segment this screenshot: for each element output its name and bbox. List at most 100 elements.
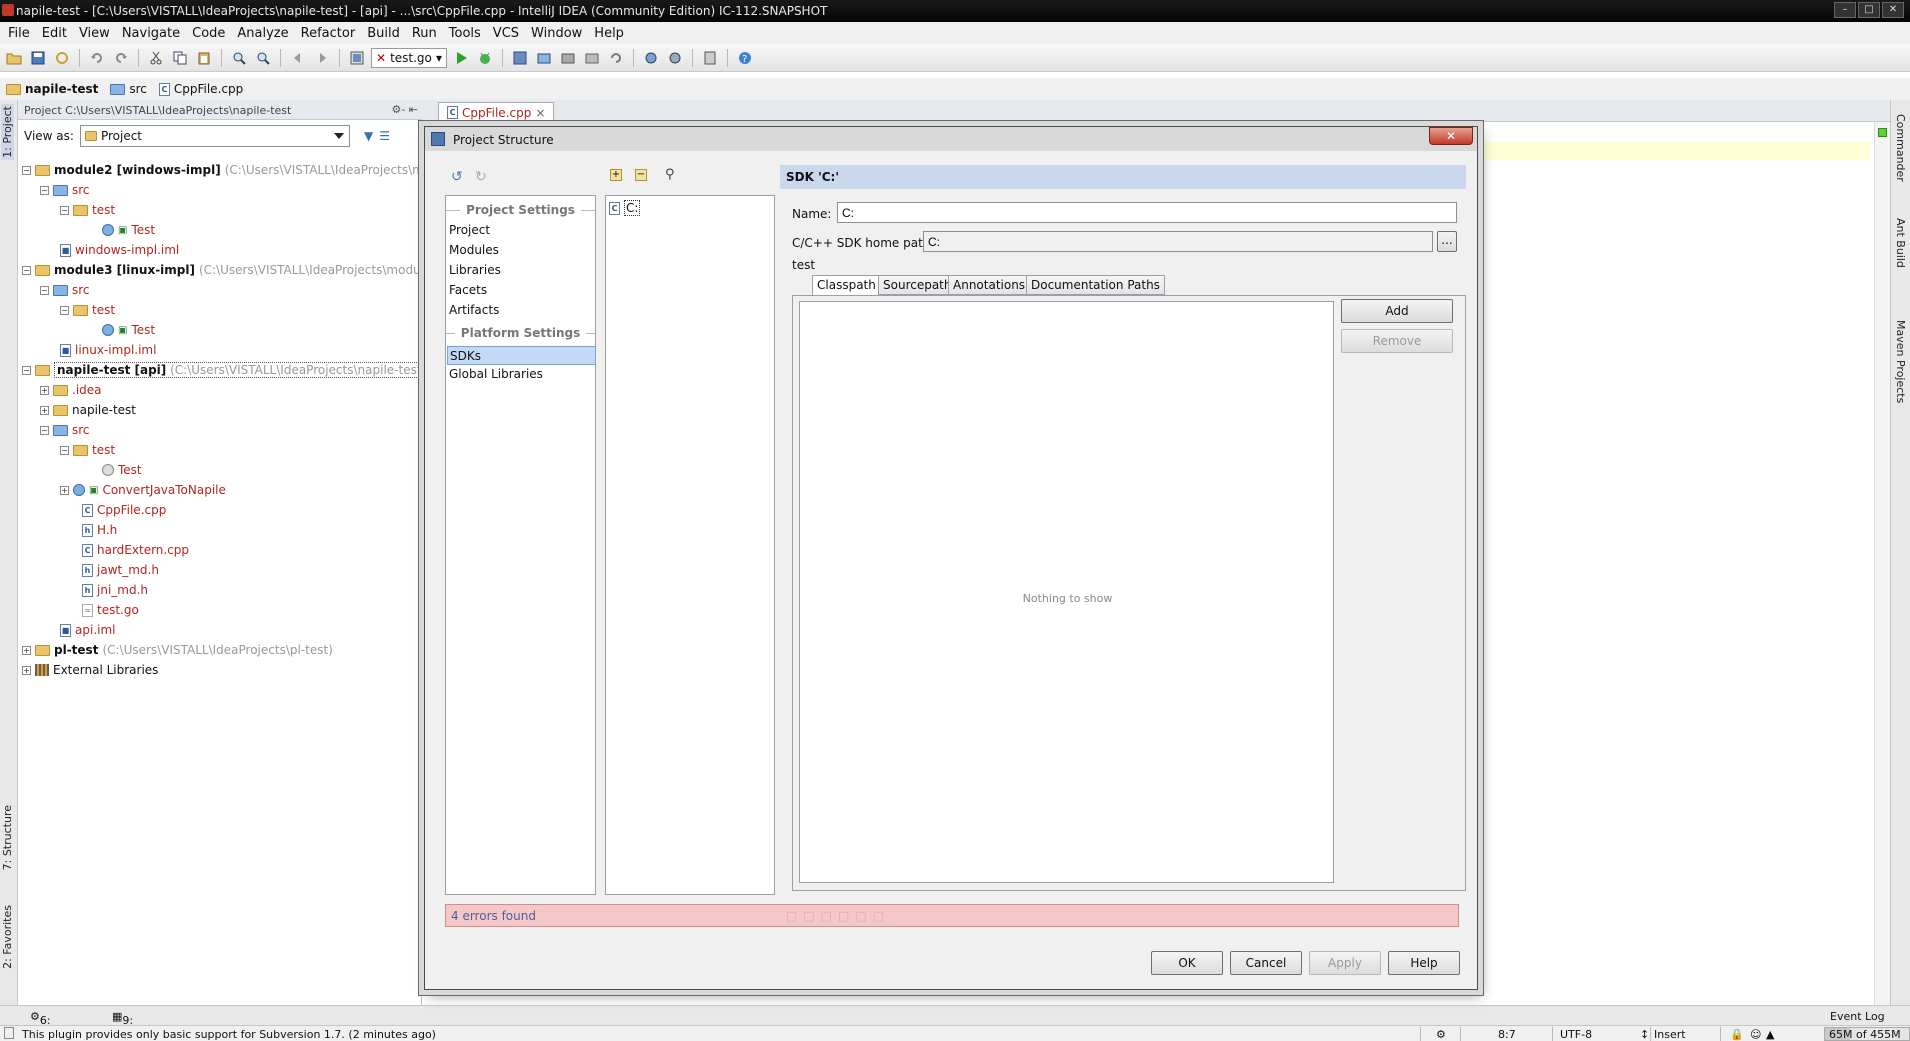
tree-item-test[interactable]: − test xyxy=(60,440,115,460)
inspection-settings-icon[interactable]: ⚙ xyxy=(1436,1028,1446,1041)
menu-view[interactable]: View xyxy=(73,26,116,41)
forward-icon[interactable]: ↻ xyxy=(475,169,487,185)
classpath-list[interactable]: Nothing to show xyxy=(799,301,1334,883)
make-project-icon[interactable] xyxy=(347,48,367,68)
expand-icon[interactable]: + xyxy=(40,385,49,395)
tree-item-src[interactable]: − src xyxy=(40,280,90,300)
expand-icon[interactable]: + xyxy=(22,645,31,655)
menu-edit[interactable]: Edit xyxy=(36,26,73,41)
breadcrumb-file[interactable]: C CppFile.cpp xyxy=(158,82,251,96)
debug-icon[interactable] xyxy=(475,48,495,68)
project-structure-icon[interactable] xyxy=(510,48,530,68)
synchronize-icon[interactable] xyxy=(52,48,72,68)
collapse-icon[interactable]: − xyxy=(40,285,49,295)
tree-item-hardextern[interactable]: C hardExtern.cpp xyxy=(82,540,189,560)
tool-tab-commander[interactable]: Commander xyxy=(1894,114,1907,182)
collapse-icon[interactable]: − xyxy=(22,265,31,275)
help-icon[interactable]: ? xyxy=(735,48,755,68)
tree-item-testgo[interactable]: ≈ test.go xyxy=(82,600,139,620)
tree-item-iml[interactable]: ■ api.iml xyxy=(60,620,115,640)
tool-tab-structure[interactable]: 7: Structure xyxy=(1,805,14,870)
collapse-icon[interactable]: − xyxy=(22,165,31,175)
lock-icon[interactable]: 🔒 xyxy=(1730,1028,1744,1041)
tree-item-idea[interactable]: + .idea xyxy=(40,380,102,400)
menu-analyze[interactable]: Analyze xyxy=(231,26,294,41)
event-log-button[interactable]: Event Log xyxy=(1830,1010,1885,1023)
menu-code[interactable]: Code xyxy=(186,26,231,41)
tree-item-src[interactable]: − src xyxy=(40,180,90,200)
tree-item-header[interactable]: h H.h xyxy=(82,520,117,540)
tree-item-test[interactable]: − test xyxy=(60,300,115,320)
apply-button[interactable]: Apply xyxy=(1309,951,1381,975)
memory-indicator[interactable]: 65M of 455M xyxy=(1824,1027,1910,1041)
collapse-all-icon[interactable]: ☰ xyxy=(379,129,390,143)
home-path-input[interactable] xyxy=(923,231,1433,252)
todo-tool-button[interactable]: ⚙ 6: TODO xyxy=(30,1010,72,1040)
run-icon[interactable] xyxy=(451,48,471,68)
copy-icon[interactable] xyxy=(170,48,190,68)
browse-button[interactable]: ... xyxy=(1437,231,1457,252)
collapse-icon[interactable]: − xyxy=(40,185,49,195)
close-window-button[interactable]: ✕ xyxy=(1882,2,1904,18)
menu-build[interactable]: Build xyxy=(361,26,406,41)
forward-icon[interactable] xyxy=(312,48,332,68)
menu-window[interactable]: Window xyxy=(525,26,588,41)
module-icon[interactable] xyxy=(558,48,578,68)
vcs-update-icon[interactable] xyxy=(582,48,602,68)
tab-documentation-paths[interactable]: Documentation Paths xyxy=(1026,275,1165,295)
menu-vcs[interactable]: VCS xyxy=(487,26,525,41)
tool-tab-maven-projects[interactable]: Maven Projects xyxy=(1894,320,1907,403)
tree-item-jawt[interactable]: h jawt_md.h xyxy=(82,560,159,580)
menu-run[interactable]: Run xyxy=(406,26,443,41)
insert-mode[interactable]: Insert xyxy=(1654,1028,1686,1041)
cut-icon[interactable] xyxy=(146,48,166,68)
changes-tool-button[interactable]: ▦ 9: Changes xyxy=(112,1010,170,1040)
expand-icon[interactable]: + xyxy=(60,485,69,495)
open-folder-icon[interactable] xyxy=(4,48,24,68)
add-button[interactable]: Add xyxy=(1341,299,1453,323)
file-encoding[interactable]: UTF-8 xyxy=(1560,1028,1592,1041)
find-icon[interactable] xyxy=(229,48,249,68)
collapse-icon[interactable]: − xyxy=(60,205,69,215)
tab-sourcepath[interactable]: Sourcepath xyxy=(878,275,957,295)
nav-item-facets[interactable]: Facets xyxy=(449,283,487,297)
tree-item-class[interactable]: ▣ Test xyxy=(102,220,155,240)
menu-navigate[interactable]: Navigate xyxy=(116,26,186,41)
tree-item-class[interactable]: ▣ Test xyxy=(102,320,155,340)
run-configuration-combo[interactable]: ✕ test.go ▾ xyxy=(371,47,447,68)
save-all-icon[interactable] xyxy=(28,48,48,68)
pane-settings-icon[interactable]: ⚙‑ ⇤ xyxy=(391,103,418,116)
collapse-icon[interactable]: − xyxy=(40,425,49,435)
nav-item-global-libraries[interactable]: Global Libraries xyxy=(449,367,543,381)
scroll-from-source-icon[interactable]: ▼ xyxy=(364,129,373,143)
tree-item-class[interactable]: Test xyxy=(102,460,142,480)
ok-button[interactable]: OK xyxy=(1151,951,1223,975)
tree-item-napile-test[interactable]: − napile-test [api] (C:\Users\VISTALL\Id… xyxy=(22,360,430,380)
add-sdk-icon[interactable]: + xyxy=(610,169,622,181)
undo-icon[interactable] xyxy=(87,48,107,68)
nav-item-libraries[interactable]: Libraries xyxy=(449,263,501,277)
tree-item-module3[interactable]: − module3 [linux-impl] (C:\Users\VISTALL… xyxy=(22,260,444,280)
collapse-icon[interactable]: − xyxy=(60,445,69,455)
tree-item-pl-test[interactable]: + pl-test (C:\Users\VISTALL\IdeaProjects… xyxy=(22,640,333,660)
plugin-icon[interactable] xyxy=(641,48,661,68)
cancel-button[interactable]: Cancel xyxy=(1230,951,1302,975)
menu-tools[interactable]: Tools xyxy=(443,26,487,41)
javadoc-icon[interactable] xyxy=(700,48,720,68)
hector-icon[interactable]: ☺ xyxy=(1750,1028,1761,1041)
nav-item-artifacts[interactable]: Artifacts xyxy=(449,303,499,317)
nav-item-modules[interactable]: Modules xyxy=(449,243,499,257)
search-icon[interactable]: ⚲ xyxy=(665,167,675,182)
tree-item-convert[interactable]: + ▣ ConvertJavaToNapile xyxy=(60,480,226,500)
vcs-revert-icon[interactable] xyxy=(606,48,626,68)
tool-tab-favorites[interactable]: 2: Favorites xyxy=(1,905,14,969)
help-button[interactable]: Help xyxy=(1388,951,1460,975)
breadcrumb-src[interactable]: src xyxy=(110,82,155,96)
tree-item-iml[interactable]: ■ windows-impl.iml xyxy=(60,240,179,260)
expand-icon[interactable]: + xyxy=(22,665,31,675)
tool-tab-ant-build[interactable]: Ant Build xyxy=(1894,218,1907,268)
menu-refactor[interactable]: Refactor xyxy=(295,26,362,41)
settings-icon[interactable] xyxy=(534,48,554,68)
remove-button[interactable]: Remove xyxy=(1341,329,1453,353)
nav-item-project[interactable]: Project xyxy=(449,223,490,237)
